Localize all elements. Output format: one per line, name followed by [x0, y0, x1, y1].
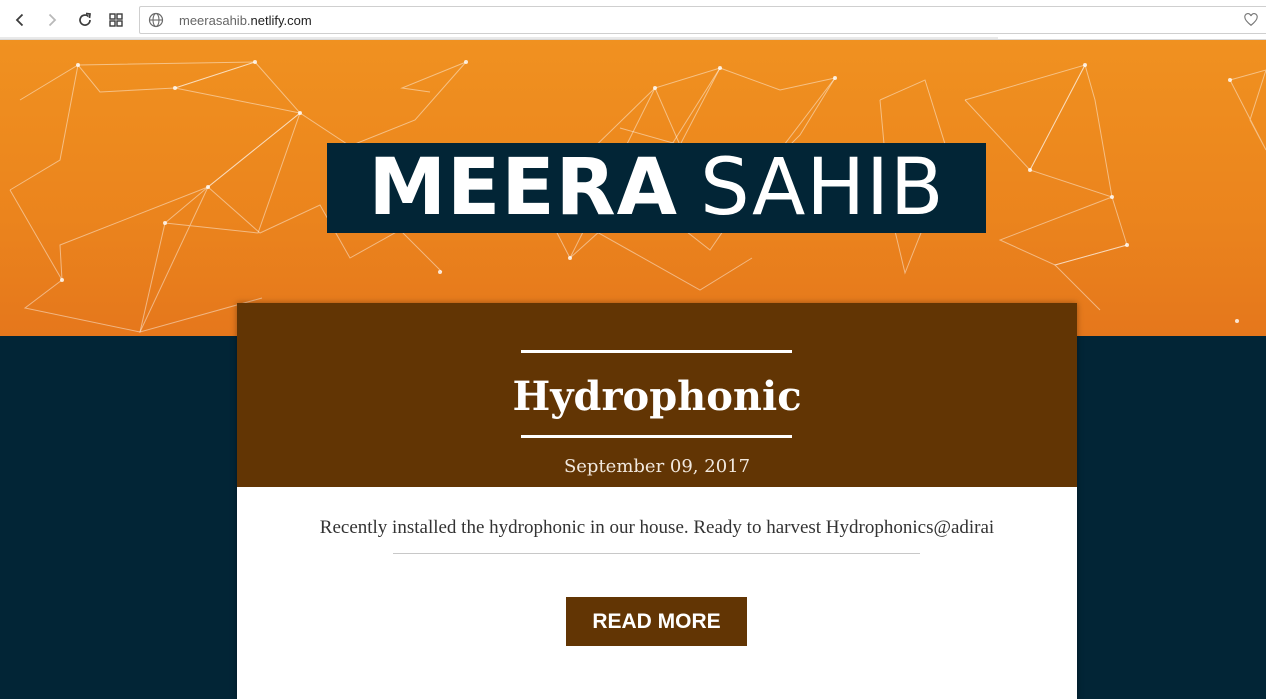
post-header: Hydrophonic September 09, 2017 — [237, 303, 1077, 487]
chevron-right-icon — [48, 13, 57, 27]
chevron-left-icon — [15, 13, 24, 27]
grid-icon — [109, 13, 123, 27]
globe-icon — [148, 12, 164, 28]
url-text: meerasahib.netlify.com — [179, 13, 312, 28]
title-bottom-rule — [521, 435, 792, 438]
title-top-rule — [521, 350, 792, 353]
site-title[interactable]: MEERA SAHIB — [327, 143, 986, 233]
hero-banner: MEERA SAHIB — [0, 40, 1266, 336]
reload-icon — [79, 12, 91, 26]
reload-button[interactable] — [73, 8, 97, 32]
heart-icon[interactable] — [1244, 13, 1258, 27]
post-date: September 09, 2017 — [563, 456, 751, 477]
post-card: Hydrophonic September 09, 2017 Recently … — [237, 303, 1077, 699]
site-title-light: SAHIB — [700, 143, 945, 233]
read-more-button[interactable]: READ MORE — [566, 597, 747, 646]
post-title[interactable]: Hydrophonic — [237, 373, 1077, 420]
site-title-bold: MEERA — [368, 143, 679, 233]
address-bar[interactable]: meerasahib.netlify.com — [139, 6, 1266, 34]
forward-button[interactable] — [40, 8, 64, 32]
tabs-button[interactable] — [104, 8, 128, 32]
browser-toolbar: meerasahib.netlify.com — [0, 0, 1266, 40]
excerpt-divider — [393, 553, 920, 554]
post-excerpt: Recently installed the hydrophonic in ou… — [319, 517, 995, 538]
url-domain: netlify.com — [250, 13, 312, 28]
back-button[interactable] — [8, 8, 32, 32]
loading-progress-line — [0, 37, 998, 39]
url-prefix: meerasahib. — [179, 13, 251, 28]
